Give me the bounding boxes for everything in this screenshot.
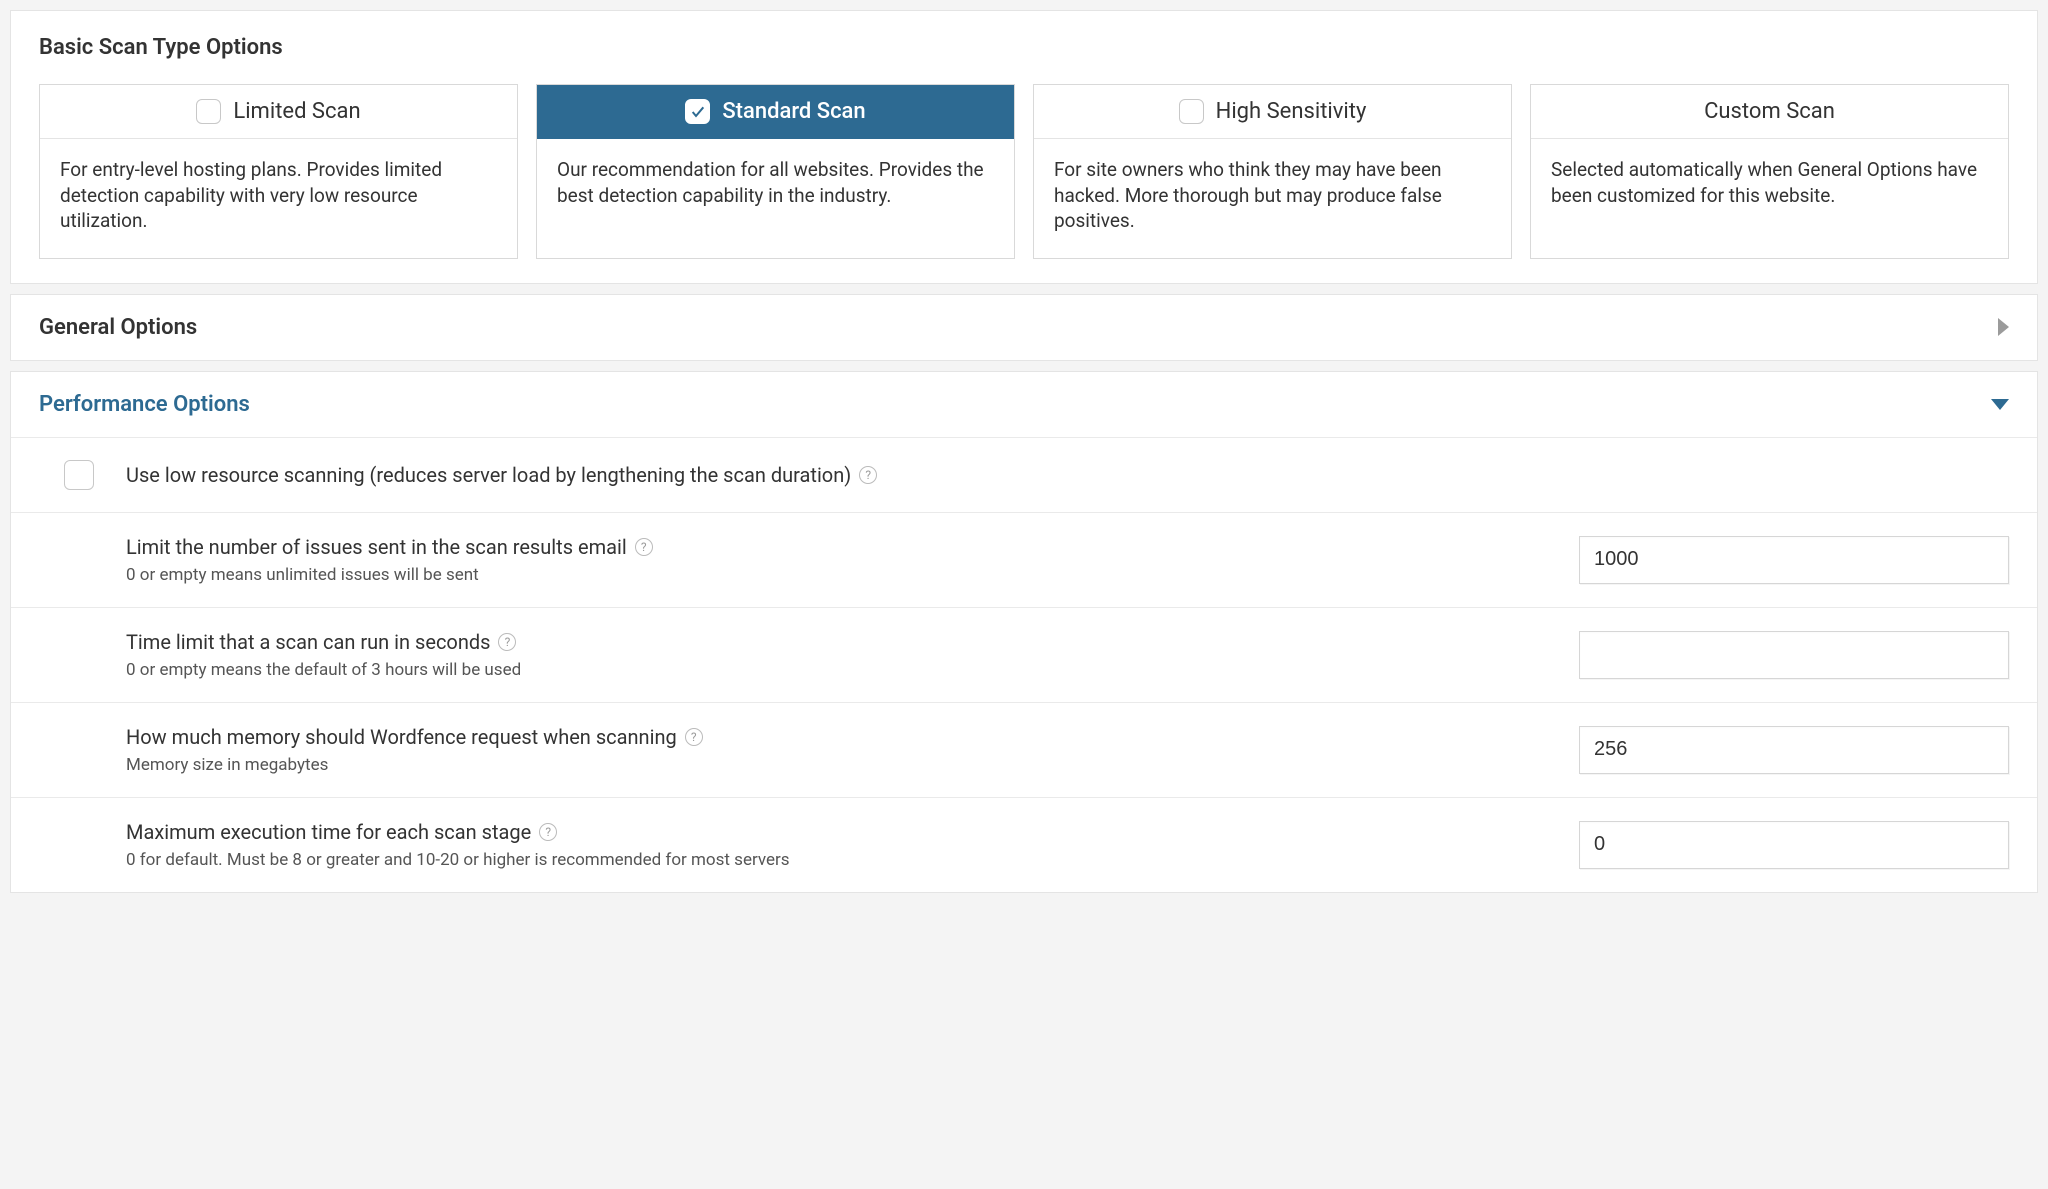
performance-options-header[interactable]: Performance Options (11, 372, 2037, 437)
scan-card-high-header[interactable]: High Sensitivity (1034, 85, 1511, 139)
opt-input-col (1579, 821, 2009, 869)
opt-label-text: Use low resource scanning (reduces serve… (126, 463, 851, 487)
general-options-header[interactable]: General Options (11, 295, 2037, 360)
opt-label: Time limit that a scan can run in second… (126, 630, 1555, 654)
basic-scan-title: Basic Scan Type Options (39, 35, 2009, 60)
time-limit-input[interactable] (1579, 631, 2009, 679)
memory-input[interactable] (1579, 726, 2009, 774)
opt-sublabel: 0 or empty means the default of 3 hours … (126, 660, 1555, 680)
opt-row-issue-limit: Limit the number of issues sent in the s… (11, 513, 2037, 608)
scan-card-label: High Sensitivity (1216, 99, 1367, 124)
scan-card-desc: For site owners who think they may have … (1034, 139, 1511, 258)
scan-card-label: Custom Scan (1704, 99, 1835, 124)
scan-card-high-sensitivity: High Sensitivity For site owners who thi… (1033, 84, 1512, 259)
checkbox-icon[interactable] (685, 99, 710, 124)
opt-label: Use low resource scanning (reduces serve… (126, 463, 1985, 487)
scan-card-label: Standard Scan (722, 99, 865, 124)
performance-options-body: Use low resource scanning (reduces serve… (11, 437, 2037, 892)
scan-card-limited-header[interactable]: Limited Scan (40, 85, 517, 139)
opt-label-text: How much memory should Wordfence request… (126, 725, 677, 749)
checkbox-icon[interactable] (1179, 99, 1204, 124)
opt-sublabel: Memory size in megabytes (126, 755, 1555, 775)
scan-card-desc: Our recommendation for all websites. Pro… (537, 139, 1014, 232)
opt-label-text: Time limit that a scan can run in second… (126, 630, 490, 654)
opt-row-memory: How much memory should Wordfence request… (11, 703, 2037, 798)
opt-label: Limit the number of issues sent in the s… (126, 535, 1555, 559)
checkbox-icon[interactable] (196, 99, 221, 124)
scan-card-desc: Selected automatically when General Opti… (1531, 139, 2008, 232)
opt-label: How much memory should Wordfence request… (126, 725, 1555, 749)
opt-input-col (1579, 631, 2009, 679)
accordion-title: Performance Options (39, 392, 250, 417)
opt-label-col: Time limit that a scan can run in second… (126, 630, 1579, 680)
scan-card-label: Limited Scan (233, 99, 360, 124)
opt-checkbox-col (31, 460, 126, 490)
scan-card-limited: Limited Scan For entry-level hosting pla… (39, 84, 518, 259)
opt-input-col (1579, 536, 2009, 584)
opt-label-col: How much memory should Wordfence request… (126, 725, 1579, 775)
page-root: Basic Scan Type Options Limited Scan For… (0, 0, 2048, 913)
opt-row-max-exec: Maximum execution time for each scan sta… (11, 798, 2037, 892)
opt-sublabel: 0 for default. Must be 8 or greater and … (126, 850, 1555, 870)
general-options-panel: General Options (10, 294, 2038, 361)
performance-options-panel: Performance Options Use low resource sca… (10, 371, 2038, 893)
scan-card-custom-header[interactable]: Custom Scan (1531, 85, 2008, 139)
scan-types-row: Limited Scan For entry-level hosting pla… (39, 84, 2009, 259)
help-icon[interactable]: ? (859, 466, 877, 484)
checkbox-low-resource[interactable] (64, 460, 94, 490)
opt-label-col: Use low resource scanning (reduces serve… (126, 463, 2009, 487)
scan-card-desc: For entry-level hosting plans. Provides … (40, 139, 517, 258)
scan-card-standard-header[interactable]: Standard Scan (537, 85, 1014, 139)
help-icon[interactable]: ? (539, 823, 557, 841)
accordion-title: General Options (39, 315, 197, 340)
opt-label-col: Limit the number of issues sent in the s… (126, 535, 1579, 585)
opt-label: Maximum execution time for each scan sta… (126, 820, 1555, 844)
chevron-down-icon (1991, 399, 2009, 410)
issues-limit-input[interactable] (1579, 536, 2009, 584)
opt-sublabel: 0 or empty means unlimited issues will b… (126, 565, 1555, 585)
chevron-right-icon (1998, 318, 2009, 336)
scan-card-standard: Standard Scan Our recommendation for all… (536, 84, 1015, 259)
scan-card-custom: Custom Scan Selected automatically when … (1530, 84, 2009, 259)
basic-scan-panel: Basic Scan Type Options Limited Scan For… (10, 10, 2038, 284)
opt-row-time-limit: Time limit that a scan can run in second… (11, 608, 2037, 703)
help-icon[interactable]: ? (498, 633, 516, 651)
opt-row-low-resource: Use low resource scanning (reduces serve… (11, 438, 2037, 513)
opt-label-text: Limit the number of issues sent in the s… (126, 535, 627, 559)
help-icon[interactable]: ? (635, 538, 653, 556)
opt-label-text: Maximum execution time for each scan sta… (126, 820, 531, 844)
opt-input-col (1579, 726, 2009, 774)
help-icon[interactable]: ? (685, 728, 703, 746)
opt-label-col: Maximum execution time for each scan sta… (126, 820, 1579, 870)
max-exec-input[interactable] (1579, 821, 2009, 869)
